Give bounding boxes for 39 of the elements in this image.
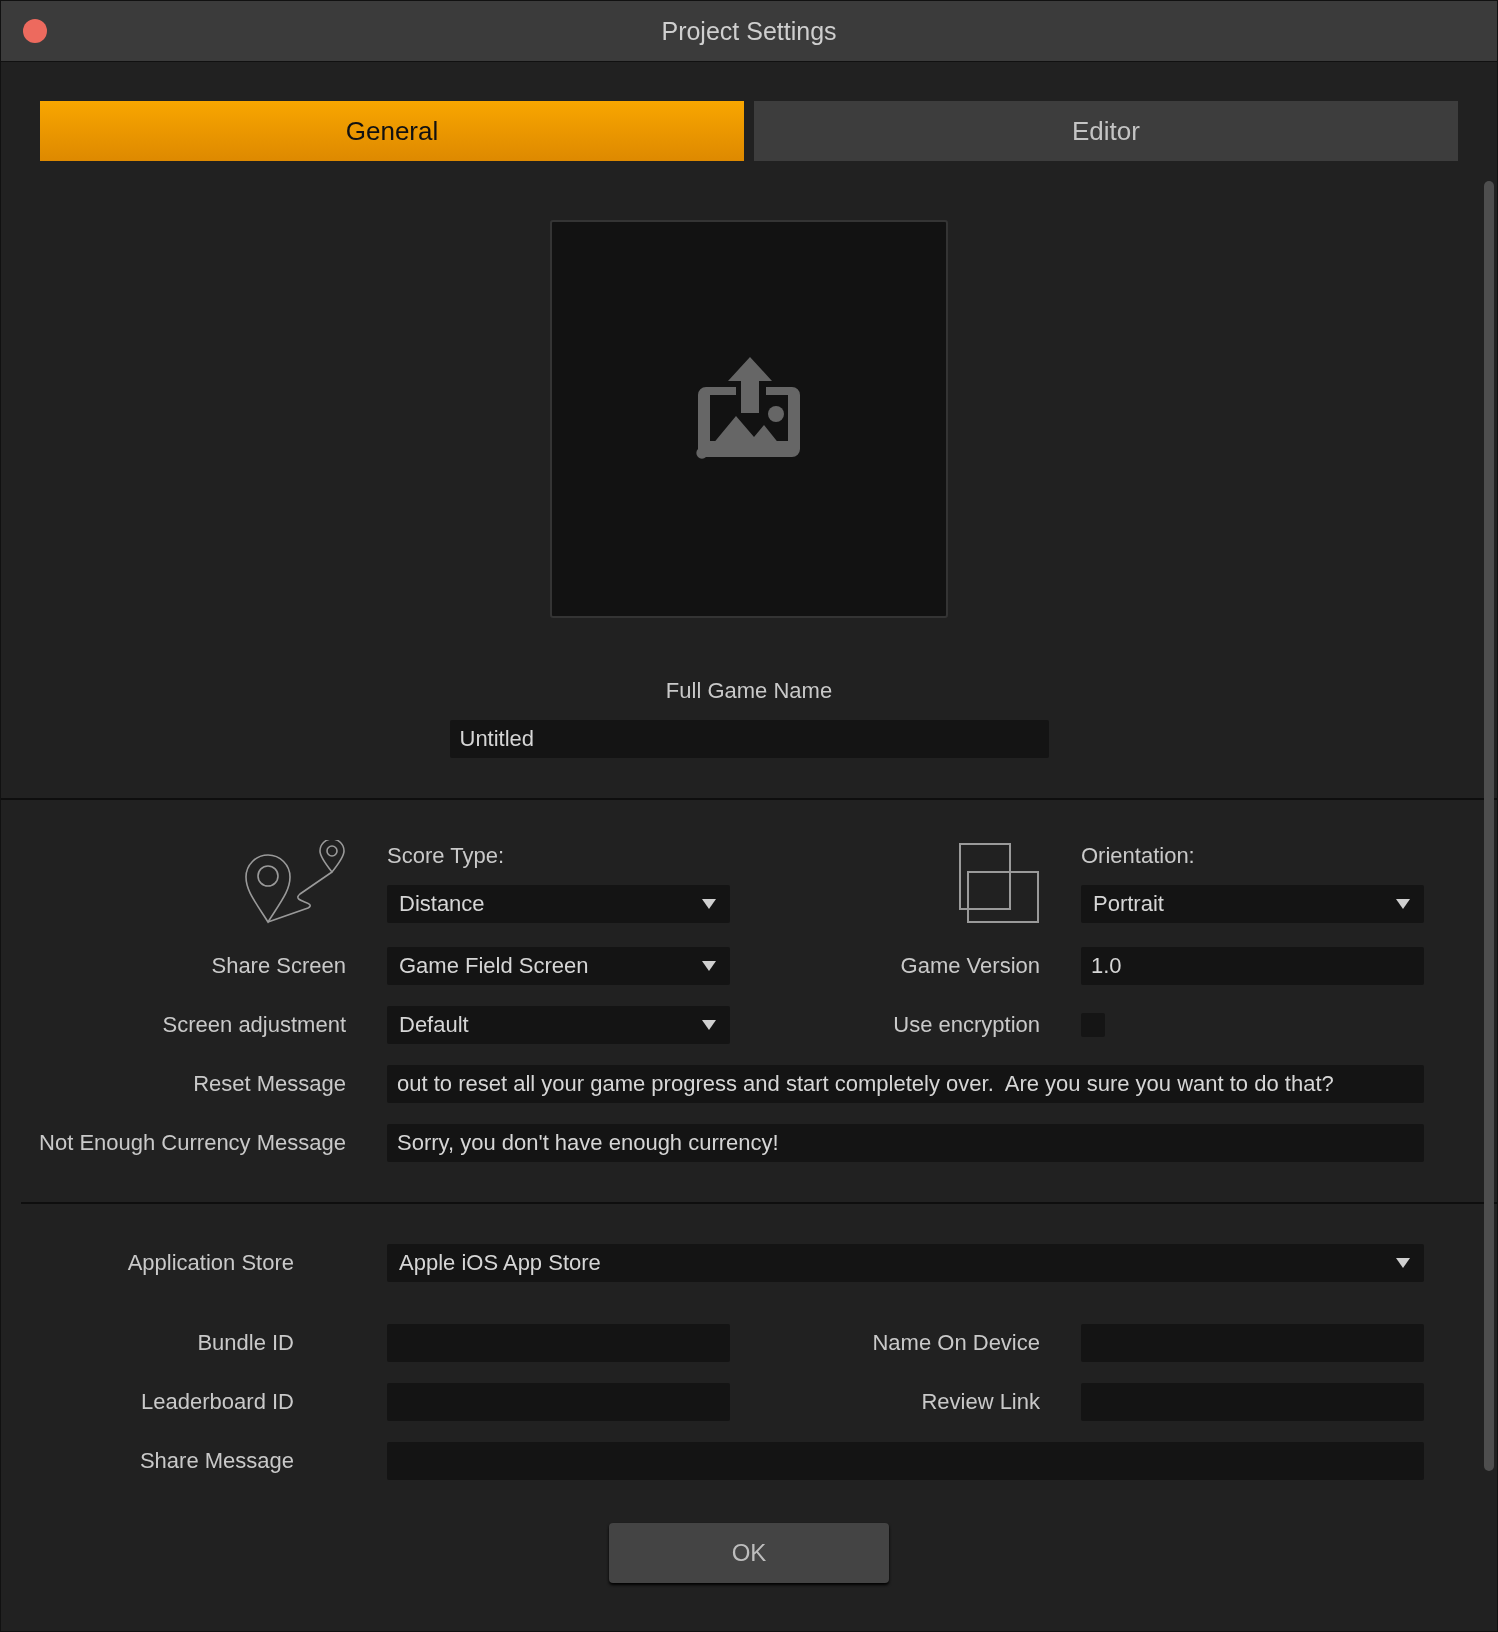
dropdown[interactable]: Distance xyxy=(387,885,730,923)
field-label: Orientation: xyxy=(1081,843,1195,869)
field-label: Leaderboard ID xyxy=(141,1389,294,1415)
field-label: Not Enough Currency Message xyxy=(39,1130,346,1156)
close-button[interactable] xyxy=(23,19,47,43)
tab[interactable]: Editor xyxy=(754,101,1458,161)
field-label: Bundle ID xyxy=(197,1330,294,1356)
field-label: Review Link xyxy=(921,1389,1040,1415)
caret-icon xyxy=(702,899,716,909)
overlapping-squares-icon xyxy=(958,842,1040,924)
caret-icon xyxy=(702,961,716,971)
field-label: Share Message xyxy=(139,1448,294,1474)
window-title: Project Settings xyxy=(661,16,837,46)
field-label: Screen adjustment xyxy=(162,1012,346,1038)
scrollbar[interactable] xyxy=(1484,181,1494,1471)
field-label: Share Screen xyxy=(211,953,346,979)
dropdown[interactable]: Portrait xyxy=(1081,885,1424,923)
input-field[interactable]: out to reset all your game progress and start completely over. Are you sure you want to do that? xyxy=(387,1065,1424,1103)
input-field[interactable]: Sorry, you don't have enough currency! xyxy=(387,1124,1424,1162)
dropdown[interactable]: Apple iOS App Store xyxy=(387,1244,1424,1282)
caret-icon xyxy=(1396,1258,1410,1268)
field-label: Application Store xyxy=(127,1250,294,1276)
tab[interactable]: General xyxy=(40,101,744,161)
location-pins-icon xyxy=(244,840,346,924)
field-label: Full Game Name xyxy=(665,678,833,704)
field-label: Reset Message xyxy=(193,1071,346,1097)
field-label: Score Type: xyxy=(387,843,504,869)
dropdown[interactable]: Game Field Screen xyxy=(387,947,730,985)
caret-icon xyxy=(702,1020,716,1030)
field-label: Use encryption xyxy=(893,1012,1040,1038)
field-label: Game Version xyxy=(900,953,1040,979)
field-label: Name On Device xyxy=(872,1330,1040,1356)
image-upload-icon xyxy=(696,357,802,459)
dropdown[interactable]: Default xyxy=(387,1006,730,1044)
ok-button[interactable]: OK xyxy=(609,1523,889,1583)
image-drop-area[interactable] xyxy=(550,220,948,618)
input-field[interactable]: 1.0 xyxy=(1081,947,1424,985)
caret-icon xyxy=(1396,899,1410,909)
input-field[interactable]: Untitled xyxy=(449,720,1049,758)
